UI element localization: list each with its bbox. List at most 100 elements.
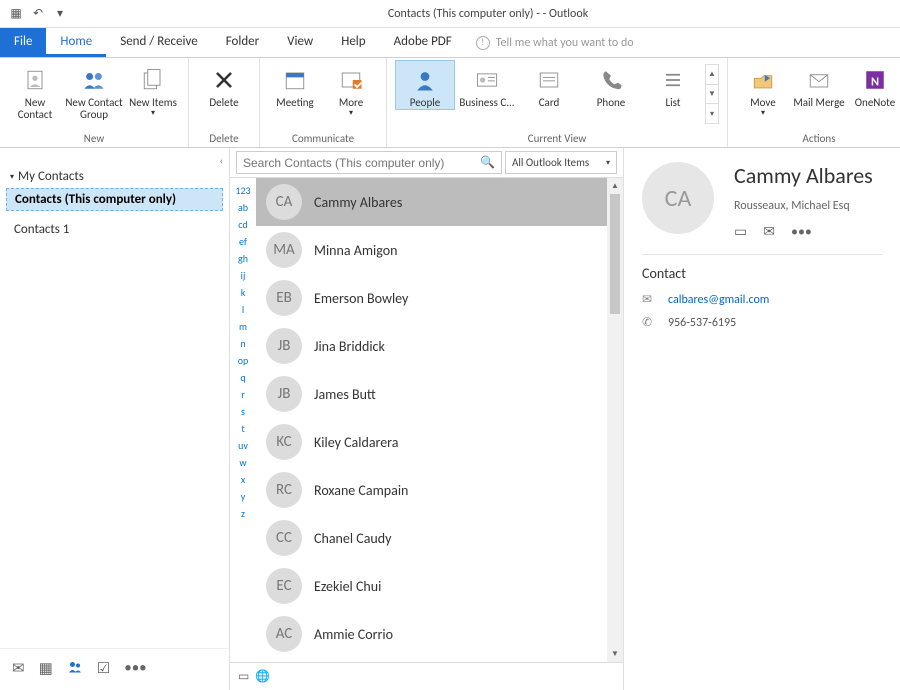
more-nav-icon[interactable]: ••• xyxy=(124,659,146,680)
avatar: EC xyxy=(266,568,302,604)
ribbon-group-delete: Delete Delete xyxy=(189,58,260,147)
email-icon[interactable]: ✉ xyxy=(763,223,775,240)
new-contact-group-button[interactable]: New Contact Group xyxy=(64,60,124,122)
nav-item-contacts-local[interactable]: Contacts (This computer only) xyxy=(6,188,223,211)
az-y[interactable]: y xyxy=(230,488,256,505)
scroll-down-icon[interactable]: ▼ xyxy=(607,646,623,662)
az-t[interactable]: t xyxy=(230,420,256,437)
new-items-button[interactable]: New Items▾ xyxy=(126,60,180,119)
new-contact-button[interactable]: New Contact xyxy=(8,60,62,122)
qat-app-icon[interactable]: ▦ xyxy=(8,6,24,22)
view-phone-button[interactable]: Phone xyxy=(581,60,641,110)
contact-name: Ammie Corrio xyxy=(314,626,393,643)
contact-row[interactable]: KCKiley Caldarera xyxy=(256,418,607,466)
view-people-button[interactable]: People xyxy=(395,60,455,110)
qat-customize-icon[interactable]: ▾ xyxy=(52,6,68,22)
window-title: Contacts (This computer only) - - Outloo… xyxy=(76,7,900,21)
az-n[interactable]: n xyxy=(230,335,256,352)
quick-access-toolbar: ▦ ↶ ▾ xyxy=(0,6,76,22)
avatar: RC xyxy=(266,472,302,508)
globe-icon[interactable]: 🌐 xyxy=(255,669,270,684)
detail-name: Cammy Albares xyxy=(734,162,873,189)
az-s[interactable]: s xyxy=(230,403,256,420)
meeting-button[interactable]: Meeting xyxy=(268,60,322,110)
view-business-card-button[interactable]: Business C... xyxy=(457,60,517,110)
tab-help[interactable]: Help xyxy=(327,28,379,57)
az-m[interactable]: m xyxy=(230,318,256,335)
avatar: MA xyxy=(266,232,302,268)
people-icon[interactable] xyxy=(67,659,83,680)
nav-header-my-contacts[interactable]: ▾My Contacts xyxy=(0,167,229,188)
scroll-thumb[interactable] xyxy=(610,194,620,314)
az-cd[interactable]: cd xyxy=(230,216,256,233)
az-q[interactable]: q xyxy=(230,369,256,386)
tab-home[interactable]: Home xyxy=(46,28,106,57)
card-view-icon[interactable]: ▭ xyxy=(238,669,249,684)
az-ab[interactable]: ab xyxy=(230,199,256,216)
tab-folder[interactable]: Folder xyxy=(212,28,273,57)
ribbon-group-communicate: Meeting More▾ Communicate xyxy=(260,58,387,147)
contact-row[interactable]: MAMinna Amigon xyxy=(256,226,607,274)
az-z[interactable]: z xyxy=(230,505,256,522)
az-l[interactable]: l xyxy=(230,301,256,318)
view-list-button[interactable]: List xyxy=(643,60,703,110)
az-ef[interactable]: ef xyxy=(230,233,256,250)
tab-view[interactable]: View xyxy=(273,28,327,57)
tell-me-search[interactable]: ! Tell me what you want to do xyxy=(466,28,900,57)
calendar-icon[interactable]: ▦ xyxy=(39,659,53,680)
az-op[interactable]: op xyxy=(230,352,256,369)
tab-adobe-pdf[interactable]: Adobe PDF xyxy=(380,28,466,57)
detail-email-link[interactable]: calbares@gmail.com xyxy=(668,293,769,307)
view-card-button[interactable]: Card xyxy=(519,60,579,110)
delete-button[interactable]: Delete xyxy=(197,60,251,110)
scroll-up-icon[interactable]: ▲ xyxy=(607,178,623,194)
more-button[interactable]: More▾ xyxy=(324,60,378,119)
triangle-down-icon: ▾ xyxy=(10,172,14,182)
move-button[interactable]: Move▾ xyxy=(736,60,790,119)
search-box[interactable]: 🔍 xyxy=(236,151,502,174)
az-x[interactable]: x xyxy=(230,471,256,488)
az-ij[interactable]: ij xyxy=(230,267,256,284)
mail-merge-button[interactable]: Mail Merge xyxy=(792,60,846,110)
az-123[interactable]: 123 xyxy=(230,182,256,199)
az-gh[interactable]: gh xyxy=(230,250,256,267)
tasks-icon[interactable]: ☑ xyxy=(97,659,110,680)
avatar: JB xyxy=(266,376,302,412)
contact-row[interactable]: CACammy Albares xyxy=(256,178,607,226)
contact-name: James Butt xyxy=(314,386,376,403)
contact-row[interactable]: EBEmerson Bowley xyxy=(256,274,607,322)
az-k[interactable]: k xyxy=(230,284,256,301)
nav-pane: ‹ ▾My Contacts Contacts (This computer o… xyxy=(0,148,230,690)
search-icon[interactable]: 🔍 xyxy=(480,155,495,170)
mail-icon[interactable]: ✉ xyxy=(12,659,25,680)
search-input[interactable] xyxy=(243,156,480,170)
nav-item-contacts-1[interactable]: Contacts 1 xyxy=(0,219,229,240)
az-r[interactable]: r xyxy=(230,386,256,403)
ribbon: New Contact New Contact Group New Items▾… xyxy=(0,58,900,148)
list-footer: ▭ 🌐 xyxy=(230,662,623,690)
contact-row[interactable]: ECEzekiel Chui xyxy=(256,562,607,610)
chat-icon[interactable]: ▭ xyxy=(734,223,747,240)
contact-row[interactable]: RCRoxane Campain xyxy=(256,466,607,514)
tab-file[interactable]: File xyxy=(0,28,46,57)
view-gallery-arrows[interactable]: ▲▼▾ xyxy=(705,64,719,124)
contact-row[interactable]: CCChanel Caudy xyxy=(256,514,607,562)
nav-collapse-icon[interactable]: ‹ xyxy=(0,154,229,167)
tab-send-receive[interactable]: Send / Receive xyxy=(106,28,211,57)
az-w[interactable]: w xyxy=(230,454,256,471)
qat-undo-icon[interactable]: ↶ xyxy=(30,6,46,22)
contact-row[interactable]: JB James Butt xyxy=(256,370,607,418)
filter-dropdown[interactable]: All Outlook Items ▾ xyxy=(505,151,617,174)
contact-name: Kiley Caldarera xyxy=(314,434,399,451)
contact-row[interactable]: JBJina Briddick xyxy=(256,322,607,370)
contact-list-pane: 🔍 All Outlook Items ▾ 123abcdefghijklmno… xyxy=(230,148,624,690)
scrollbar[interactable]: ▲ ▼ xyxy=(607,178,623,662)
lightbulb-icon: ! xyxy=(476,36,490,50)
detail-phone-row: ✆ 956-537-6195 xyxy=(642,315,882,330)
more-actions-icon[interactable]: ••• xyxy=(791,223,812,240)
detail-section-contact: Contact xyxy=(642,254,882,282)
contact-name: Emerson Bowley xyxy=(314,290,408,307)
az-uv[interactable]: uv xyxy=(230,437,256,454)
contact-row[interactable]: ACAmmie Corrio xyxy=(256,610,607,658)
onenote-button[interactable]: NOneNote xyxy=(848,60,900,110)
